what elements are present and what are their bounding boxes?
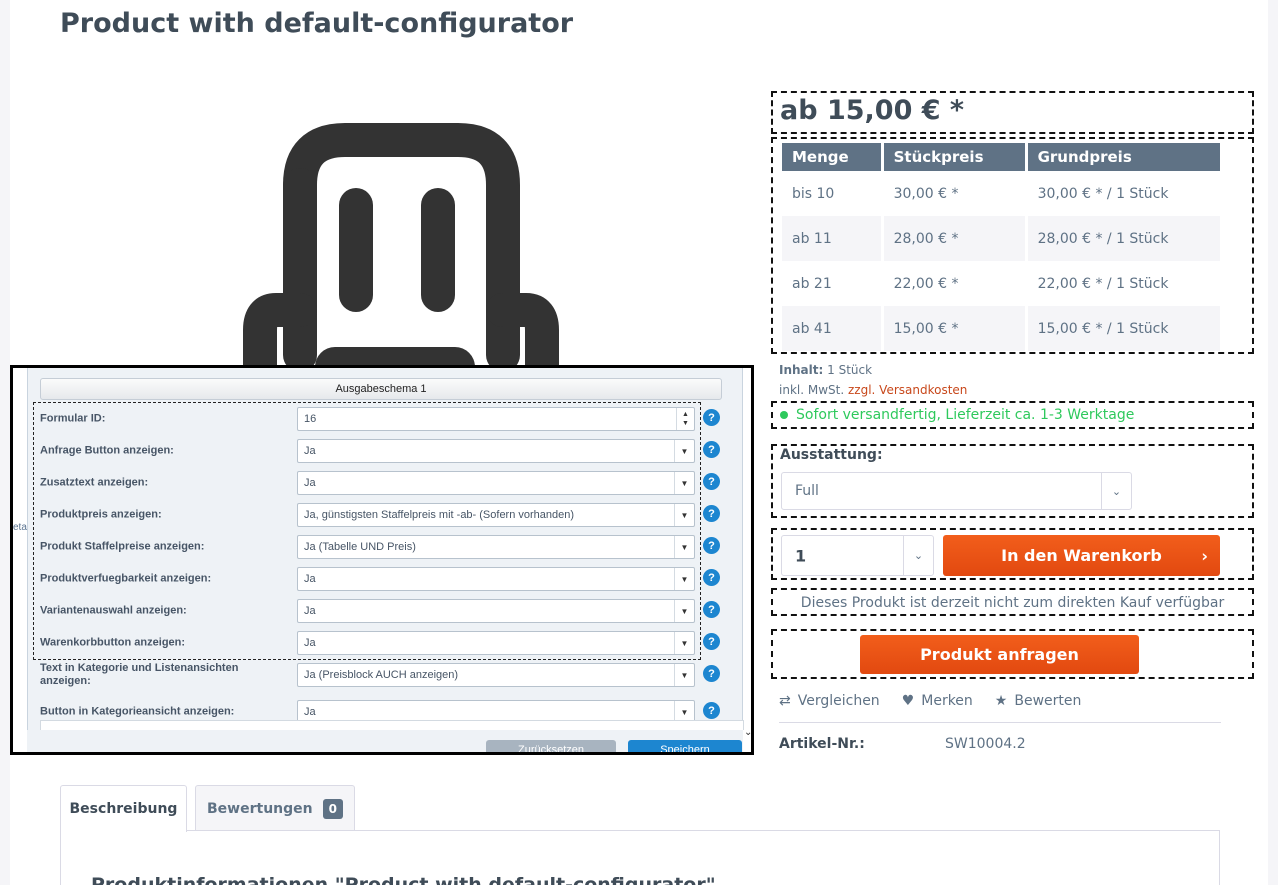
column-header-unit-price: Stückpreis xyxy=(883,143,1028,171)
help-icon[interactable]: ? xyxy=(703,441,720,458)
cell-quantity: ab 11 xyxy=(782,216,884,261)
vat-text: inkl. MwSt. xyxy=(779,383,845,397)
help-icon[interactable]: ? xyxy=(703,665,720,682)
cell-quantity: ab 41 xyxy=(782,306,884,351)
reviews-count-badge: 0 xyxy=(322,798,343,819)
help-icon[interactable]: ? xyxy=(703,633,720,650)
tab-description[interactable]: Beschreibung xyxy=(60,785,187,832)
remember-action[interactable]: ♥ Merken xyxy=(902,693,973,709)
help-icon[interactable]: ? xyxy=(703,569,720,586)
reset-button[interactable]: Zurücksetzen xyxy=(486,740,616,752)
column-header-base-price: Grundpreis xyxy=(1027,143,1220,171)
table-row: bis 10 30,00 € * 30,00 € * / 1 Stück xyxy=(782,171,1220,216)
add-to-cart-button[interactable]: In den Warenkorb › xyxy=(943,535,1220,576)
tab-reviews-label: Bewertungen xyxy=(207,800,313,817)
configurator-selected-value: Full xyxy=(795,483,819,499)
chevron-down-icon: ⌄ xyxy=(1101,473,1131,509)
product-price: ab 15,00 € * xyxy=(780,95,965,126)
help-icon[interactable]: ? xyxy=(703,537,720,554)
add-to-cart-label: In den Warenkorb xyxy=(1001,546,1162,565)
cell-unit-price: 22,00 € * xyxy=(884,261,1028,306)
save-button[interactable]: Speichern xyxy=(628,740,742,752)
request-block: Produkt anfragen xyxy=(771,629,1254,679)
content-title: Produktinformationen "Product with defau… xyxy=(91,874,716,885)
cell-base-price: 28,00 € * / 1 Stück xyxy=(1027,216,1220,261)
page-title: Product with default-configurator xyxy=(60,8,574,39)
form-footer: Zurücksetzen Speichern xyxy=(27,730,743,752)
configurator-block: Ausstattung: Full ⌄ xyxy=(771,444,1254,518)
status-dot-icon xyxy=(780,411,788,419)
schema-header[interactable]: Ausgabeschema 1 xyxy=(40,378,722,400)
field-label: Button in Kategorieansicht anzeigen: xyxy=(40,705,235,718)
content-label: Inhalt: xyxy=(779,363,824,377)
field-label: Text in Kategorie und Listenansichten an… xyxy=(40,662,239,687)
heart-icon: ♥ xyxy=(901,693,915,709)
star-icon: ★ xyxy=(994,693,1008,709)
help-icon[interactable]: ? xyxy=(703,473,720,490)
column-header-quantity: Menge xyxy=(782,143,884,171)
chevron-right-icon: › xyxy=(1201,546,1208,565)
help-icon[interactable]: ? xyxy=(703,505,720,522)
dropdown-arrow-icon: ▼ xyxy=(674,664,694,686)
scrollbar[interactable]: ⌄ xyxy=(744,368,751,752)
product-actions: ⇄ Vergleichen ♥ Merken ★ Bewerten xyxy=(779,693,1081,709)
table-row: ab 41 15,00 € * 15,00 € * / 1 Stück xyxy=(782,306,1220,351)
highlight-frame xyxy=(33,402,701,660)
field-value: Ja (Preisblock AUCH anzeigen) xyxy=(304,669,459,681)
quantity-value: 1 xyxy=(795,546,807,565)
scroll-down-icon[interactable]: ⌄ xyxy=(744,727,751,738)
compare-action[interactable]: ⇄ Vergleichen xyxy=(779,693,880,709)
table-row: ab 21 22,00 € * 22,00 € * / 1 Stück xyxy=(782,261,1220,306)
table-row: ab 11 28,00 € * 28,00 € * / 1 Stück xyxy=(782,216,1220,261)
availability-text: Sofort versandfertig, Lieferzeit ca. 1-3… xyxy=(796,407,1135,423)
cell-unit-price: 15,00 € * xyxy=(883,306,1028,351)
configurator-select[interactable]: Full ⌄ xyxy=(781,472,1132,510)
cell-unit-price: 30,00 € * xyxy=(884,171,1028,216)
tier-price-block: Menge Stückpreis Grundpreis bis 10 30,00… xyxy=(771,137,1254,354)
tab-description-label: Beschreibung xyxy=(69,801,178,817)
vat-info: inkl. MwSt. zzgl. Versandkosten xyxy=(779,383,967,397)
not-buyable-block: Dieses Produkt ist derzeit nicht zum dir… xyxy=(771,588,1254,616)
shipping-costs-link[interactable]: zzgl. Versandkosten xyxy=(848,383,967,397)
content-value: 1 Stück xyxy=(827,363,873,377)
form-row-category-text: Text in Kategorie und Listenansichten an… xyxy=(40,661,740,689)
cell-base-price: 30,00 € * / 1 Stück xyxy=(1037,185,1169,202)
cell-base-price: 22,00 € * / 1 Stück xyxy=(1037,275,1169,292)
help-icon[interactable]: ? xyxy=(703,702,720,719)
article-number-value: SW10004.2 xyxy=(945,736,1026,752)
rate-label: Bewerten xyxy=(1014,693,1082,709)
compare-label: Vergleichen xyxy=(797,693,880,709)
remember-label: Merken xyxy=(921,693,973,709)
field-value: Ja xyxy=(304,706,316,718)
tab-content-panel: Produktinformationen "Product with defau… xyxy=(60,830,1220,885)
price-block: ab 15,00 € * xyxy=(771,91,1254,134)
tab-reviews[interactable]: Bewertungen 0 xyxy=(195,785,355,831)
content-info: Inhalt: 1 Stück xyxy=(779,363,872,377)
availability-status: Sofort versandfertig, Lieferzeit ca. 1-3… xyxy=(780,407,1134,423)
rate-action[interactable]: ★ Bewerten xyxy=(995,693,1082,709)
not-buyable-text: Dieses Produkt ist derzeit nicht zum dir… xyxy=(800,595,1225,611)
cell-quantity: ab 21 xyxy=(782,261,884,306)
chevron-down-icon: ⌄ xyxy=(903,536,933,575)
side-tab-label[interactable]: etai xyxy=(13,522,27,533)
availability-block: Sofort versandfertig, Lieferzeit ca. 1-3… xyxy=(771,401,1254,429)
product-image[interactable] xyxy=(180,95,610,365)
article-number-label: Artikel-Nr.: xyxy=(779,736,865,752)
cell-unit-price: 28,00 € * xyxy=(883,216,1028,261)
next-section-box xyxy=(40,720,744,730)
configurator-label: Ausstattung: xyxy=(780,447,883,463)
backpack-icon xyxy=(243,123,559,365)
quantity-select[interactable]: 1 ⌄ xyxy=(781,535,934,576)
help-icon[interactable]: ? xyxy=(703,409,720,426)
admin-settings-panel: etai Ausgabeschema 1 Formular ID: 16 ▲▼ … xyxy=(10,365,754,755)
tier-price-table: Menge Stückpreis Grundpreis bis 10 30,00… xyxy=(782,143,1220,351)
cell-base-price: 15,00 € * / 1 Stück xyxy=(1027,306,1220,351)
help-icon[interactable]: ? xyxy=(703,601,720,618)
buy-block: 1 ⌄ In den Warenkorb › xyxy=(771,528,1254,580)
cell-quantity: bis 10 xyxy=(782,171,884,216)
compare-arrows-icon: ⇄ xyxy=(779,693,791,709)
request-product-button[interactable]: Produkt anfragen xyxy=(860,635,1139,674)
category-text-select[interactable]: Ja (Preisblock AUCH anzeigen) ▼ xyxy=(297,663,695,687)
divider xyxy=(779,722,1221,723)
